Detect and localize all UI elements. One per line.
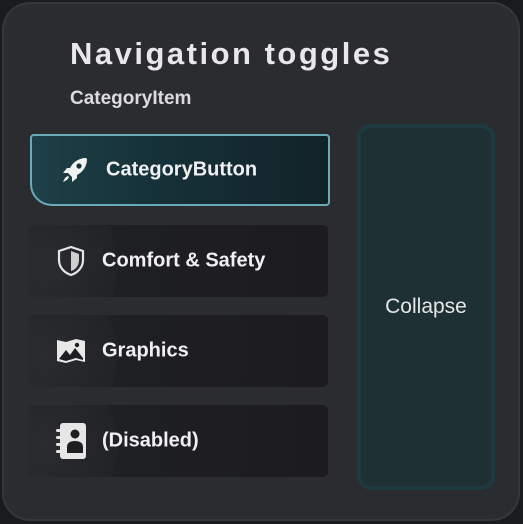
category-item-graphics[interactable]: Graphics [28, 315, 328, 387]
category-item-label: (Disabled) [102, 429, 199, 452]
category-item-disabled: (Disabled) [28, 405, 328, 477]
category-item-label: Comfort & Safety [102, 249, 266, 272]
category-item-label: CategoryButton [106, 158, 258, 181]
landscape-icon [54, 334, 88, 368]
category-item-comfort-safety[interactable]: Comfort & Safety [28, 225, 328, 297]
shield-icon [54, 244, 88, 278]
panel-subtitle: CategoryItem [70, 88, 192, 109]
category-item-label: Graphics [102, 339, 189, 362]
category-item-categorybutton[interactable]: CategoryButton [30, 134, 330, 206]
panel-title: Navigation toggles [70, 36, 393, 71]
collapse-button[interactable]: Collapse [357, 124, 495, 490]
contact-card-icon [54, 423, 88, 459]
collapse-button-label: Collapse [385, 295, 467, 318]
rocket-icon [58, 153, 92, 187]
